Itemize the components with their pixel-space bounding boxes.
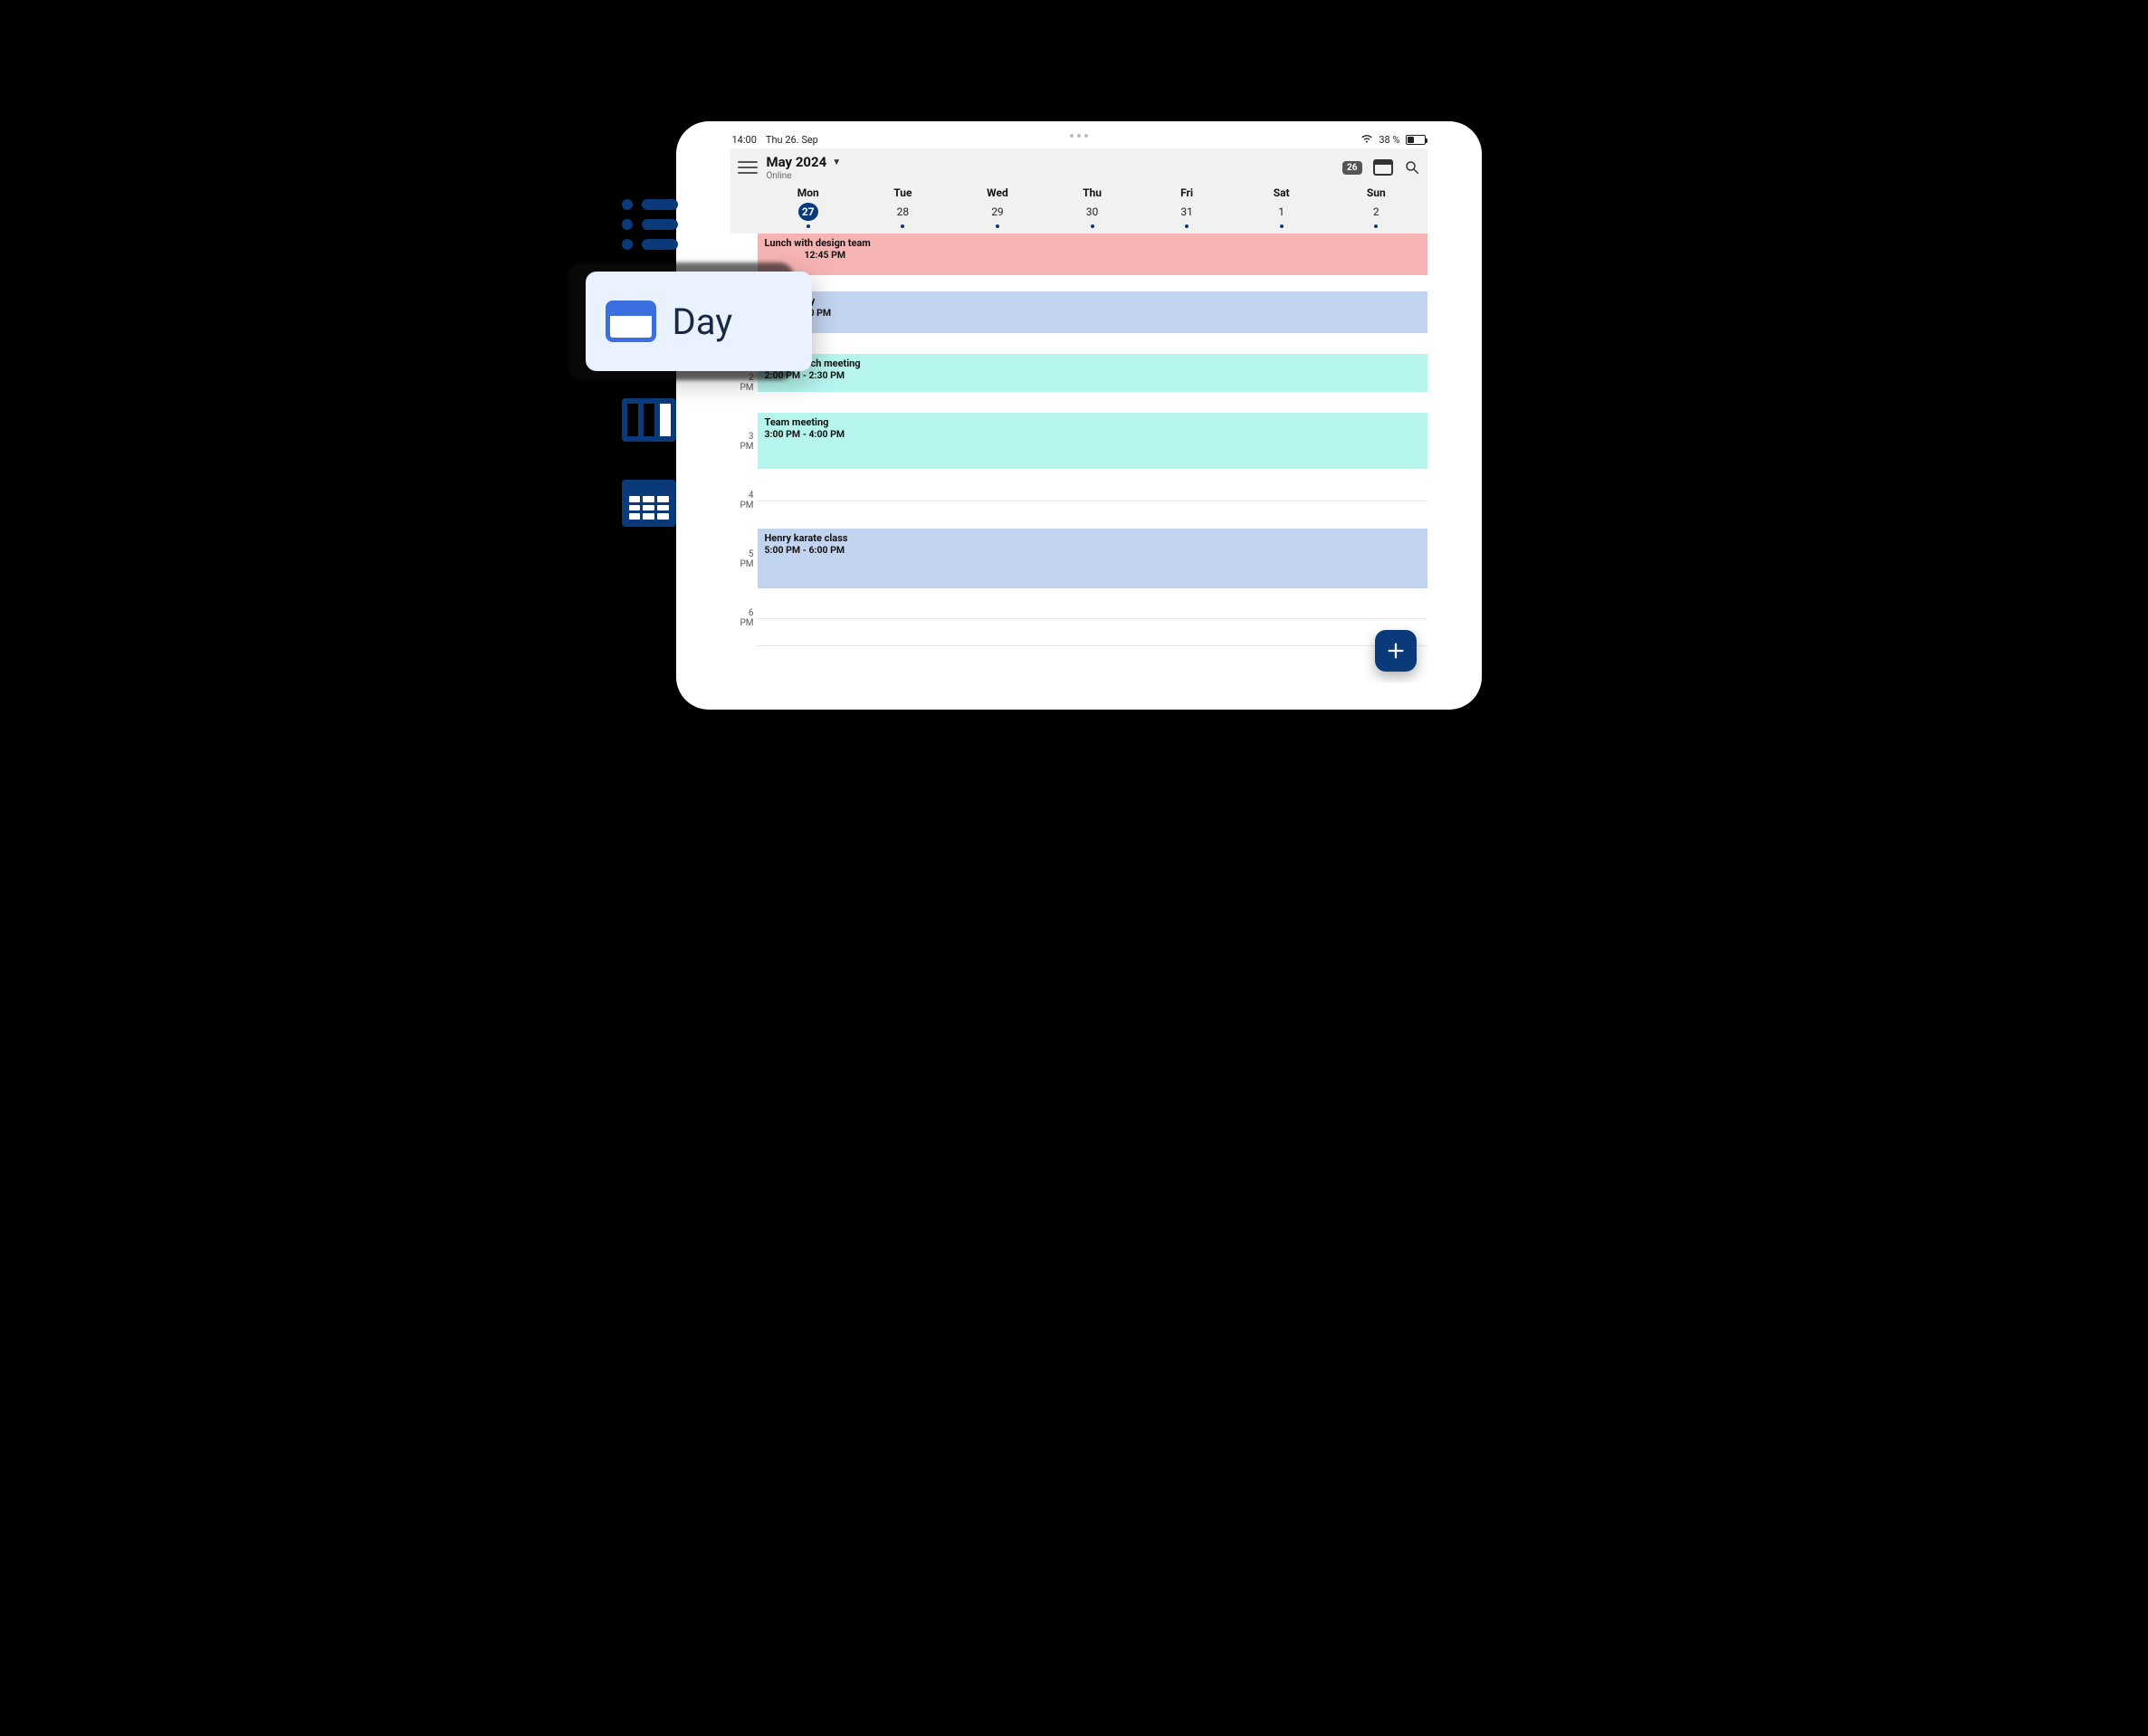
hour-line (758, 645, 1427, 646)
day-header-fri[interactable]: Fri 31 (1140, 186, 1235, 228)
event-dot (1280, 224, 1284, 228)
day-of-week-label: Sat (1234, 186, 1329, 199)
event-lunch[interactable]: Lunch with design team 12:45 PM (758, 234, 1427, 275)
hour-label: 3 (740, 432, 753, 442)
hour-ampm: PM (740, 383, 753, 393)
agenda-view-icon[interactable] (622, 199, 678, 259)
day-of-week-label: Sun (1329, 186, 1424, 199)
event-pitch[interactable]: Project pitch meeting 2:00 PM - 2:30 PM (758, 354, 1427, 392)
day-number: 1 (1272, 203, 1292, 221)
wifi-icon (1360, 133, 1373, 146)
event-title: Henry karate class (765, 532, 1420, 544)
hour-line (758, 618, 1427, 619)
day-view-option[interactable]: Day (586, 272, 812, 371)
events-area: Lunch with design team 12:45 PM nry :30 … (758, 234, 1427, 682)
day-header-mon[interactable]: Mon 27 (761, 186, 856, 228)
hour-label: 5 (740, 549, 753, 559)
day-of-week-label: Fri (1140, 186, 1235, 199)
event-time: :30 PM (801, 307, 1420, 319)
tablet-screen: 14:00 Thu 26. Sep 38 % (730, 130, 1427, 682)
hour-ampm: PM (740, 618, 753, 628)
event-team-meeting[interactable]: Team meeting 3:00 PM - 4:00 PM (758, 413, 1427, 469)
day-number: 29 (988, 203, 1007, 221)
add-event-button[interactable] (1375, 630, 1417, 672)
day-view-icon (606, 300, 656, 342)
week-day-header: Mon 27 Tue 28 Wed 29 Th (734, 185, 1424, 234)
calendar-view-switcher-icon[interactable] (1373, 159, 1393, 176)
event-dot (1185, 224, 1189, 228)
day-number: 27 (798, 203, 818, 221)
day-number: 30 (1083, 203, 1103, 221)
day-number: 28 (893, 203, 912, 221)
day-header-wed[interactable]: Wed 29 (950, 186, 1045, 228)
month-view-icon[interactable] (622, 480, 676, 527)
event-dot (901, 224, 904, 228)
day-view-label: Day (673, 300, 733, 343)
search-icon[interactable] (1404, 159, 1420, 176)
event-time: 5:00 PM - 6:00 PM (765, 544, 1420, 556)
event-dot (807, 224, 810, 228)
account-status: Online (767, 171, 842, 181)
month-picker[interactable]: May 2024 ▼ (767, 154, 842, 170)
three-day-view-icon[interactable] (622, 398, 676, 442)
event-dot (1091, 224, 1094, 228)
day-number: 31 (1177, 203, 1197, 221)
statusbar-time: 14:00 (732, 134, 757, 146)
chevron-down-icon: ▼ (832, 157, 841, 167)
day-header-sat[interactable]: Sat 1 (1234, 186, 1329, 228)
battery-icon (1406, 135, 1426, 145)
hour-label: 6 (740, 608, 753, 618)
multitask-dots-icon[interactable] (1070, 134, 1088, 138)
event-time: 2:00 PM - 2:30 PM (765, 369, 1420, 381)
hour-ampm: PM (740, 559, 753, 569)
day-of-week-label: Mon (761, 186, 856, 199)
day-header-thu[interactable]: Thu 30 (1045, 186, 1140, 228)
day-header-tue[interactable]: Tue 28 (855, 186, 950, 228)
event-partial[interactable]: nry :30 PM (758, 291, 1427, 333)
event-title: nry (801, 295, 1420, 307)
event-title: Team meeting (765, 416, 1420, 428)
event-time: 12:45 PM (765, 249, 1420, 261)
tablet-frame: 14:00 Thu 26. Sep 38 % (676, 121, 1482, 710)
event-dot (996, 224, 999, 228)
statusbar-date: Thu 26. Sep (766, 134, 818, 146)
day-of-week-label: Wed (950, 186, 1045, 199)
event-time: 3:00 PM - 4:00 PM (765, 428, 1420, 440)
day-number: 2 (1366, 203, 1386, 221)
event-dot (1374, 224, 1378, 228)
day-of-week-label: Thu (1045, 186, 1140, 199)
event-title: Lunch with design team (765, 237, 1420, 249)
event-karate[interactable]: Henry karate class 5:00 PM - 6:00 PM (758, 529, 1427, 588)
day-header-sun[interactable]: Sun 2 (1329, 186, 1424, 228)
hour-ampm: PM (740, 442, 753, 452)
app-header: May 2024 ▼ Online 26 (730, 148, 1427, 234)
status-bar: 14:00 Thu 26. Sep 38 % (730, 130, 1427, 148)
hour-label: 4 (740, 491, 753, 501)
menu-icon[interactable] (738, 157, 758, 177)
header-title: May 2024 (767, 154, 827, 170)
hour-ampm: PM (740, 501, 753, 510)
event-title: Project pitch meeting (765, 358, 1420, 369)
day-of-week-label: Tue (855, 186, 950, 199)
calendar-day-view[interactable]: 2 PM 3 PM 4 PM 5 PM (730, 234, 1427, 682)
statusbar-battery-pct: 38 % (1379, 134, 1399, 146)
today-button[interactable]: 26 (1342, 161, 1361, 175)
